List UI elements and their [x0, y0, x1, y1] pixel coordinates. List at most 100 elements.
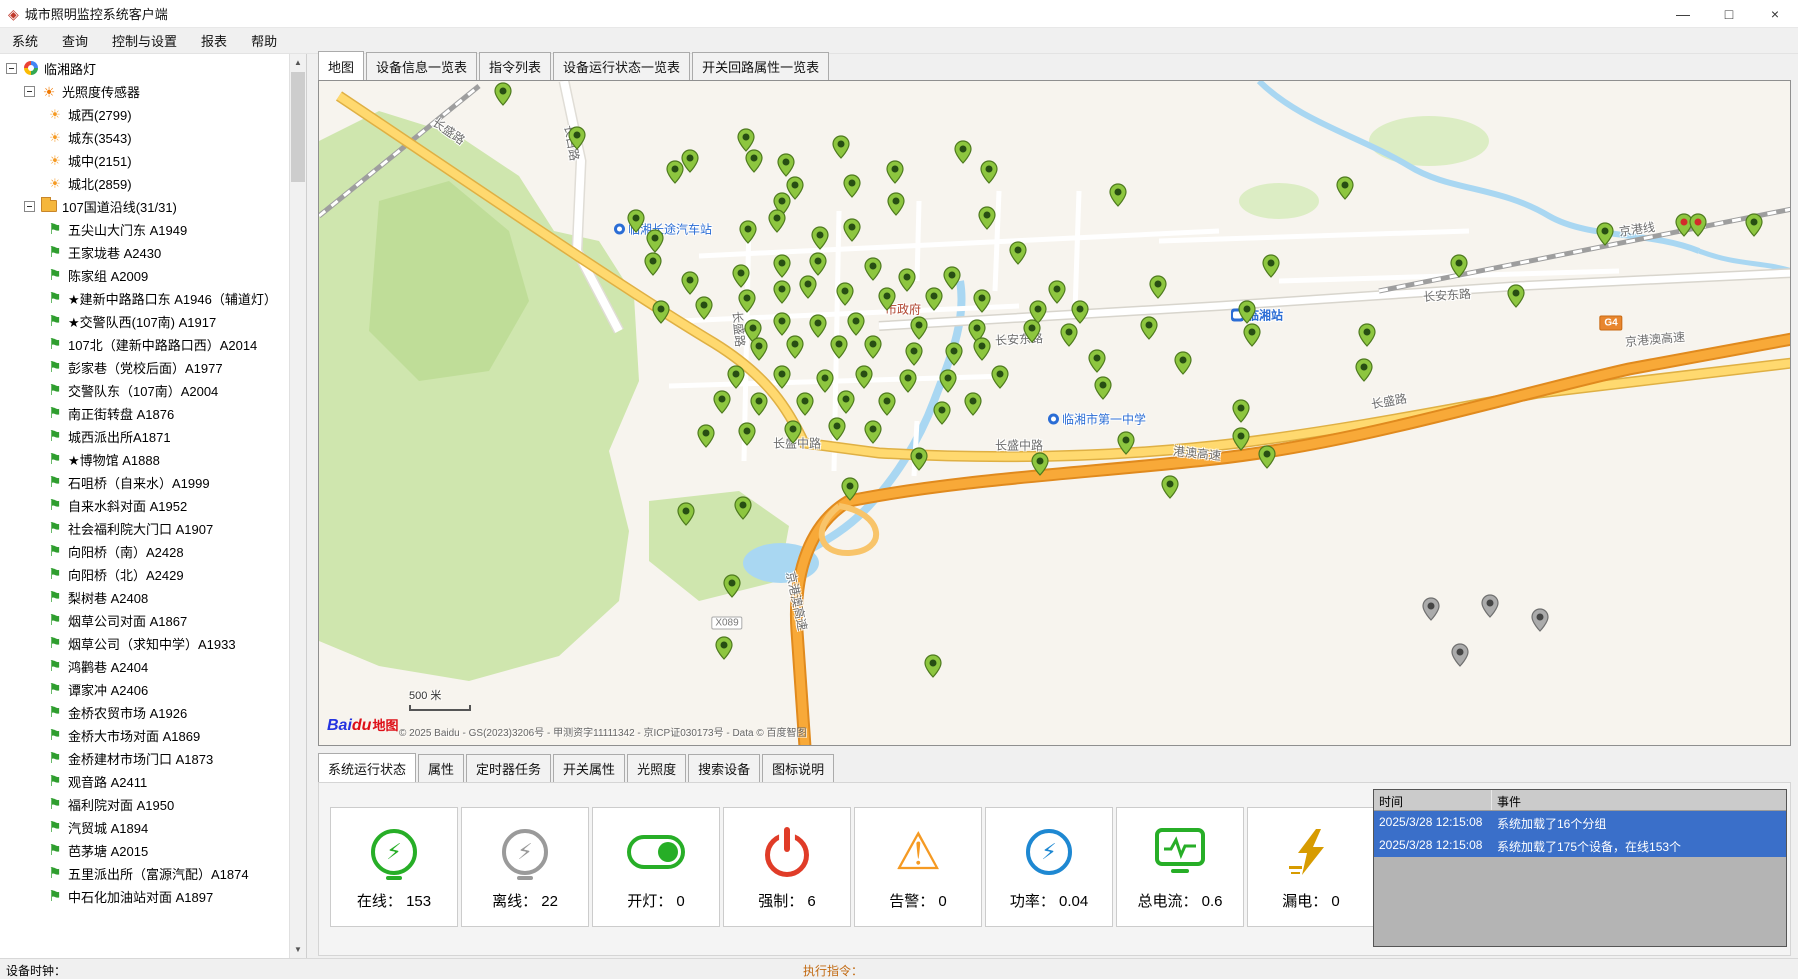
map-pin-online-icon[interactable]: [677, 502, 695, 526]
map-pin-online-icon[interactable]: [1243, 323, 1261, 347]
tree-device-19[interactable]: ⚑鸿鹳巷 A2404: [0, 655, 289, 678]
map-pin-online-icon[interactable]: [910, 316, 928, 340]
map-pin-online-icon[interactable]: [1507, 284, 1525, 308]
close-button[interactable]: ×: [1752, 0, 1798, 27]
tree-group-sensors[interactable]: ☀光照度传感器: [0, 80, 289, 103]
tree-device-11[interactable]: ⚑石咀桥（自来水）A1999: [0, 471, 289, 494]
tree-device-23[interactable]: ⚑金桥建材市场门口 A1873: [0, 747, 289, 770]
map-pin-online-icon[interactable]: [1048, 280, 1066, 304]
map-pin-online-icon[interactable]: [681, 271, 699, 295]
map-pin-offline-icon[interactable]: [1451, 643, 1469, 667]
main-tab-0[interactable]: 地图: [318, 51, 364, 80]
map-pin-online-icon[interactable]: [924, 654, 942, 678]
map-pin-online-icon[interactable]: [796, 392, 814, 416]
map-pin-online-icon[interactable]: [695, 296, 713, 320]
tree-device-21[interactable]: ⚑金桥农贸市场 A1926: [0, 701, 289, 724]
map-pin-online-icon[interactable]: [991, 365, 1009, 389]
map-pin-online-icon[interactable]: [847, 312, 865, 336]
bottom-tab-1[interactable]: 属性: [418, 754, 464, 782]
map-pin-online-icon[interactable]: [786, 335, 804, 359]
map-pin-online-icon[interactable]: [809, 252, 827, 276]
tree-device-16[interactable]: ⚑梨树巷 A2408: [0, 586, 289, 609]
main-tab-3[interactable]: 设备运行状态一览表: [553, 52, 690, 80]
tree-group-road[interactable]: 107国道沿线(31/31): [0, 195, 289, 218]
map-pin-online-icon[interactable]: [738, 422, 756, 446]
map-pin-online-icon[interactable]: [1450, 254, 1468, 278]
map-pin-online-icon[interactable]: [1088, 349, 1106, 373]
tree-device-7[interactable]: ⚑交警队东（107南）A2004: [0, 379, 289, 402]
map-pin-online-icon[interactable]: [1161, 475, 1179, 499]
tree-root[interactable]: 临湘路灯: [0, 57, 289, 80]
tree-device-25[interactable]: ⚑福利院对面 A1950: [0, 793, 289, 816]
map-pin-online-icon[interactable]: [1596, 222, 1614, 246]
map-pin-online-icon[interactable]: [1336, 176, 1354, 200]
tree-device-27[interactable]: ⚑芭茅塘 A2015: [0, 839, 289, 862]
map-pin-online-icon[interactable]: [652, 300, 670, 324]
map-pin-online-icon[interactable]: [1232, 427, 1250, 451]
tree-device-20[interactable]: ⚑谭家冲 A2406: [0, 678, 289, 701]
tree-scrollbar[interactable]: ▲ ▼: [289, 54, 306, 958]
tree-device-15[interactable]: ⚑向阳桥（北）A2429: [0, 563, 289, 586]
map-pin-online-icon[interactable]: [809, 314, 827, 338]
map-pin-online-icon[interactable]: [773, 312, 791, 336]
map-pin-offline-icon[interactable]: [1531, 608, 1549, 632]
map-pin-online-icon[interactable]: [1140, 316, 1158, 340]
map-pin-online-icon[interactable]: [1355, 358, 1373, 382]
tree-device-29[interactable]: ⚑中石化加油站对面 A1897: [0, 885, 289, 908]
menu-help[interactable]: 帮助: [239, 27, 289, 54]
map-pin-online-icon[interactable]: [697, 424, 715, 448]
map-pin-online-icon[interactable]: [1258, 445, 1276, 469]
map-pin-online-icon[interactable]: [943, 266, 961, 290]
map-pin-online-icon[interactable]: [739, 220, 757, 244]
scroll-up-icon[interactable]: ▲: [290, 54, 306, 71]
tree-device-3[interactable]: ⚑★建新中路路口东 A1946（辅道灯）: [0, 287, 289, 310]
tree-device-4[interactable]: ⚑★交警队西(107南) A1917: [0, 310, 289, 333]
map-pin-online-icon[interactable]: [1174, 351, 1192, 375]
tree-device-28[interactable]: ⚑五里派出所（富源汽配）A1874: [0, 862, 289, 885]
map-pin-online-icon[interactable]: [899, 369, 917, 393]
map-pin-online-icon[interactable]: [773, 280, 791, 304]
map-pin-online-icon[interactable]: [773, 254, 791, 278]
map-pin-online-icon[interactable]: [644, 252, 662, 276]
map-pin-online-icon[interactable]: [1023, 319, 1041, 343]
map-pin-online-icon[interactable]: [910, 447, 928, 471]
map-pin-online-icon[interactable]: [1094, 376, 1112, 400]
map-pin-online-icon[interactable]: [1745, 213, 1763, 237]
map-pin-online-icon[interactable]: [1262, 254, 1280, 278]
map-pin-online-icon[interactable]: [681, 149, 699, 173]
tree-device-14[interactable]: ⚑向阳桥（南）A2428: [0, 540, 289, 563]
tree-device-12[interactable]: ⚑自来水斜对面 A1952: [0, 494, 289, 517]
menu-control-settings[interactable]: 控制与设置: [100, 27, 189, 54]
tree-device-13[interactable]: ⚑社会福利院大门口 A1907: [0, 517, 289, 540]
tree-device-10[interactable]: ⚑★博物馆 A1888: [0, 448, 289, 471]
map-pin-online-icon[interactable]: [978, 206, 996, 230]
map-pin-online-icon[interactable]: [1060, 323, 1078, 347]
map-pin-online-icon[interactable]: [945, 342, 963, 366]
tree-device-17[interactable]: ⚑烟草公司对面 A1867: [0, 609, 289, 632]
map-pin-online-icon[interactable]: [905, 342, 923, 366]
map-pin-online-icon[interactable]: [750, 392, 768, 416]
map-pin-online-icon[interactable]: [750, 337, 768, 361]
tree-device-26[interactable]: ⚑汽贸城 A1894: [0, 816, 289, 839]
tree-sensor-1[interactable]: ☀城东(3543): [0, 126, 289, 149]
scrollbar-thumb[interactable]: [291, 72, 305, 182]
map-pin-online-icon[interactable]: [980, 160, 998, 184]
tree-expander-icon[interactable]: [6, 63, 17, 74]
map-pin-online-icon[interactable]: [886, 160, 904, 184]
bottom-tab-5[interactable]: 搜索设备: [688, 754, 760, 782]
event-row[interactable]: 2025/3/28 12:15:08系统加载了175个设备，在线153个: [1374, 834, 1786, 857]
map-pin-online-icon[interactable]: [828, 417, 846, 441]
map-pin-online-icon[interactable]: [745, 149, 763, 173]
tree-device-6[interactable]: ⚑彭家巷（党校后面）A1977: [0, 356, 289, 379]
tree-sensor-2[interactable]: ☀城中(2151): [0, 149, 289, 172]
map-pin-online-icon[interactable]: [843, 174, 861, 198]
tree-device-2[interactable]: ⚑陈家组 A2009: [0, 264, 289, 287]
map-pin-online-icon[interactable]: [887, 192, 905, 216]
map-pin-online-icon[interactable]: [841, 477, 859, 501]
tree-device-5[interactable]: ⚑107北（建新中路路口西）A2014: [0, 333, 289, 356]
minimize-button[interactable]: —: [1660, 0, 1706, 27]
map-pin-offline-icon[interactable]: [1481, 594, 1499, 618]
map-view[interactable]: 长盛路长白路临湘长途汽车站长盛路市政府长安东路临湘站长安东路京港线G4京港澳高速…: [318, 80, 1791, 746]
map-pin-online-icon[interactable]: [811, 226, 829, 250]
bottom-tab-0[interactable]: 系统运行状态: [318, 753, 416, 782]
